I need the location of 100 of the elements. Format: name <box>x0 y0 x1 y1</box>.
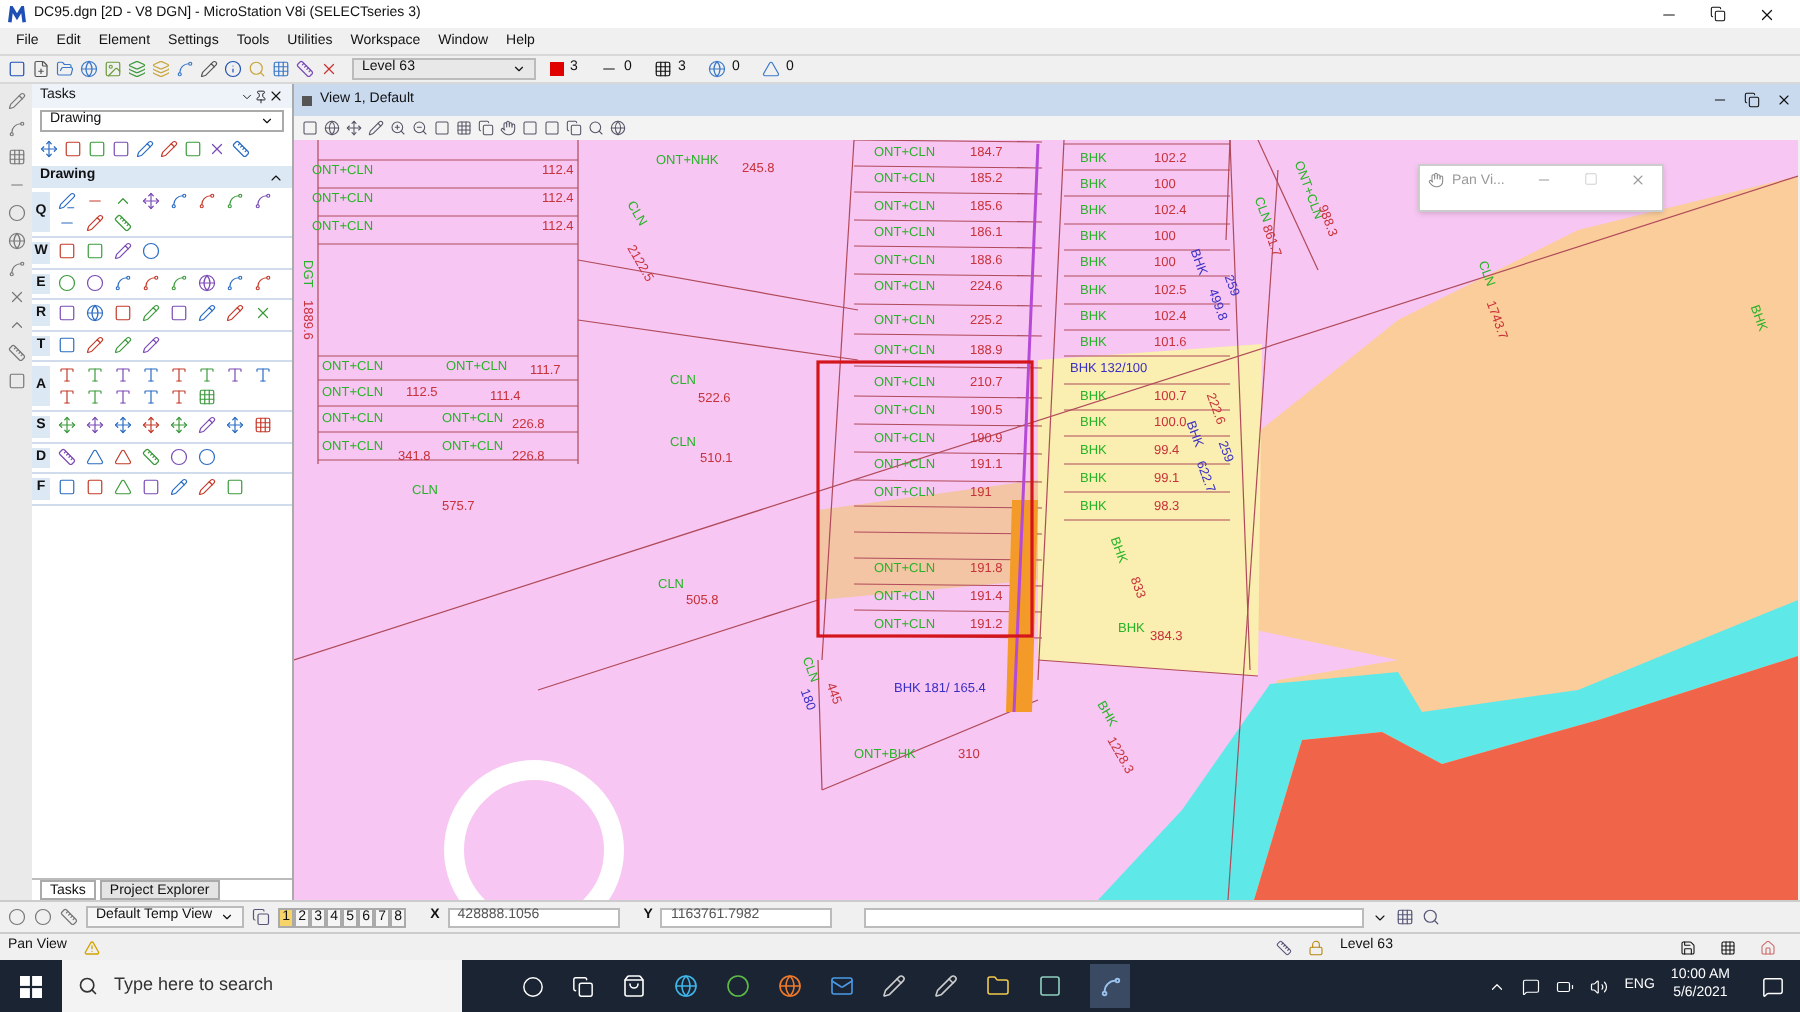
delete-icon[interactable] <box>208 140 226 158</box>
search-icon[interactable] <box>1422 908 1441 926</box>
move-icon[interactable] <box>114 416 132 434</box>
text-icon[interactable] <box>114 388 132 406</box>
window-icon[interactable] <box>434 120 450 136</box>
zoom-out-icon[interactable] <box>412 120 428 136</box>
volume-icon[interactable] <box>1590 977 1609 995</box>
grid-icon[interactable] <box>254 416 272 434</box>
windows-logo-icon[interactable] <box>20 975 42 997</box>
move-icon[interactable] <box>142 192 160 210</box>
move-icon[interactable] <box>86 416 104 434</box>
color-swatch[interactable] <box>550 62 564 76</box>
pencil-icon[interactable] <box>86 214 104 232</box>
delete-icon[interactable] <box>254 304 272 322</box>
move-icon[interactable] <box>346 120 362 136</box>
square-icon[interactable] <box>58 478 76 496</box>
move-icon[interactable] <box>40 140 58 158</box>
move-icon[interactable] <box>142 416 160 434</box>
text-icon[interactable] <box>58 366 76 384</box>
image-icon[interactable] <box>104 60 122 78</box>
square-icon[interactable] <box>58 304 76 322</box>
dropdown-icon[interactable] <box>240 89 254 103</box>
curve-icon[interactable] <box>7 120 25 138</box>
pin-icon[interactable] <box>254 89 268 103</box>
square-icon[interactable] <box>88 140 106 158</box>
square-icon[interactable] <box>86 478 104 496</box>
app-icon[interactable] <box>726 974 750 998</box>
globe-icon[interactable] <box>86 304 104 322</box>
ruler-icon[interactable] <box>60 908 78 926</box>
text-icon[interactable] <box>226 366 244 384</box>
square-icon[interactable] <box>112 140 130 158</box>
triangle-icon[interactable] <box>762 60 780 78</box>
pencil-icon[interactable] <box>170 478 188 496</box>
square-icon[interactable] <box>7 372 25 390</box>
curve-icon[interactable] <box>170 192 188 210</box>
view-icon[interactable] <box>8 60 26 78</box>
notification-icon[interactable] <box>1762 975 1784 997</box>
grid-icon[interactable] <box>272 60 290 78</box>
globe-icon[interactable] <box>198 273 216 291</box>
grid-icon[interactable] <box>1396 908 1415 926</box>
pencil-icon[interactable] <box>198 304 216 322</box>
curve-icon[interactable] <box>254 192 272 210</box>
pencil-icon[interactable] <box>160 140 178 158</box>
layers-icon[interactable] <box>128 60 146 78</box>
ruler-icon[interactable] <box>232 140 250 158</box>
hand-icon[interactable] <box>1428 172 1444 188</box>
search-icon[interactable] <box>588 120 604 136</box>
pencil-icon[interactable] <box>142 335 160 353</box>
circle-icon[interactable] <box>86 273 104 291</box>
back-icon[interactable] <box>8 908 26 926</box>
close-icon[interactable] <box>268 88 284 104</box>
restore-icon[interactable] <box>1710 6 1726 22</box>
mail-icon[interactable] <box>830 974 854 998</box>
ruler-icon[interactable] <box>7 344 25 362</box>
curve-icon[interactable] <box>114 273 132 291</box>
curve-icon[interactable] <box>170 273 188 291</box>
globe-icon[interactable] <box>610 120 626 136</box>
square-icon[interactable] <box>58 242 76 260</box>
square-icon[interactable] <box>226 478 244 496</box>
text-icon[interactable] <box>170 388 188 406</box>
pencil-icon[interactable] <box>226 304 244 322</box>
ruler-icon[interactable] <box>114 214 132 232</box>
text-icon[interactable] <box>142 366 160 384</box>
info-icon[interactable] <box>224 60 242 78</box>
move-icon[interactable] <box>58 416 76 434</box>
curve-icon[interactable] <box>226 192 244 210</box>
line-weight-icon[interactable] <box>654 60 672 78</box>
curve-icon[interactable] <box>142 273 160 291</box>
circle-icon[interactable] <box>58 273 76 291</box>
pencil-icon[interactable] <box>114 335 132 353</box>
spline-icon[interactable] <box>176 60 194 78</box>
grid-icon[interactable] <box>1720 939 1736 955</box>
pencil-icon[interactable] <box>86 335 104 353</box>
pencil-icon[interactable] <box>198 416 216 434</box>
square-icon[interactable] <box>184 140 202 158</box>
forward-icon[interactable] <box>34 908 52 926</box>
move-icon[interactable] <box>226 416 244 434</box>
delete-icon[interactable] <box>7 288 25 306</box>
square-icon[interactable] <box>114 304 132 322</box>
zoom-in-icon[interactable] <box>390 120 406 136</box>
pencil-icon[interactable] <box>7 92 25 110</box>
circle-icon[interactable] <box>198 447 216 465</box>
battery-icon[interactable] <box>1556 977 1575 995</box>
ruler-icon[interactable] <box>58 447 76 465</box>
globe-icon[interactable] <box>7 232 25 250</box>
hand-icon[interactable] <box>500 120 516 136</box>
home-icon[interactable] <box>1760 939 1776 955</box>
lock-icon[interactable] <box>1308 939 1324 955</box>
pencil-icon[interactable] <box>200 60 218 78</box>
task-view-icon[interactable] <box>572 975 594 997</box>
close-icon[interactable] <box>1758 5 1776 23</box>
grid-icon[interactable] <box>456 120 472 136</box>
curve-icon[interactable] <box>226 273 244 291</box>
globe-icon[interactable] <box>80 60 98 78</box>
text-icon[interactable] <box>58 388 76 406</box>
folder-icon[interactable] <box>986 974 1010 998</box>
close-icon[interactable] <box>1776 92 1792 108</box>
pencil-icon[interactable] <box>198 478 216 496</box>
square-icon[interactable] <box>58 335 76 353</box>
taskbar-search-field[interactable]: Type here to search <box>62 960 462 1012</box>
